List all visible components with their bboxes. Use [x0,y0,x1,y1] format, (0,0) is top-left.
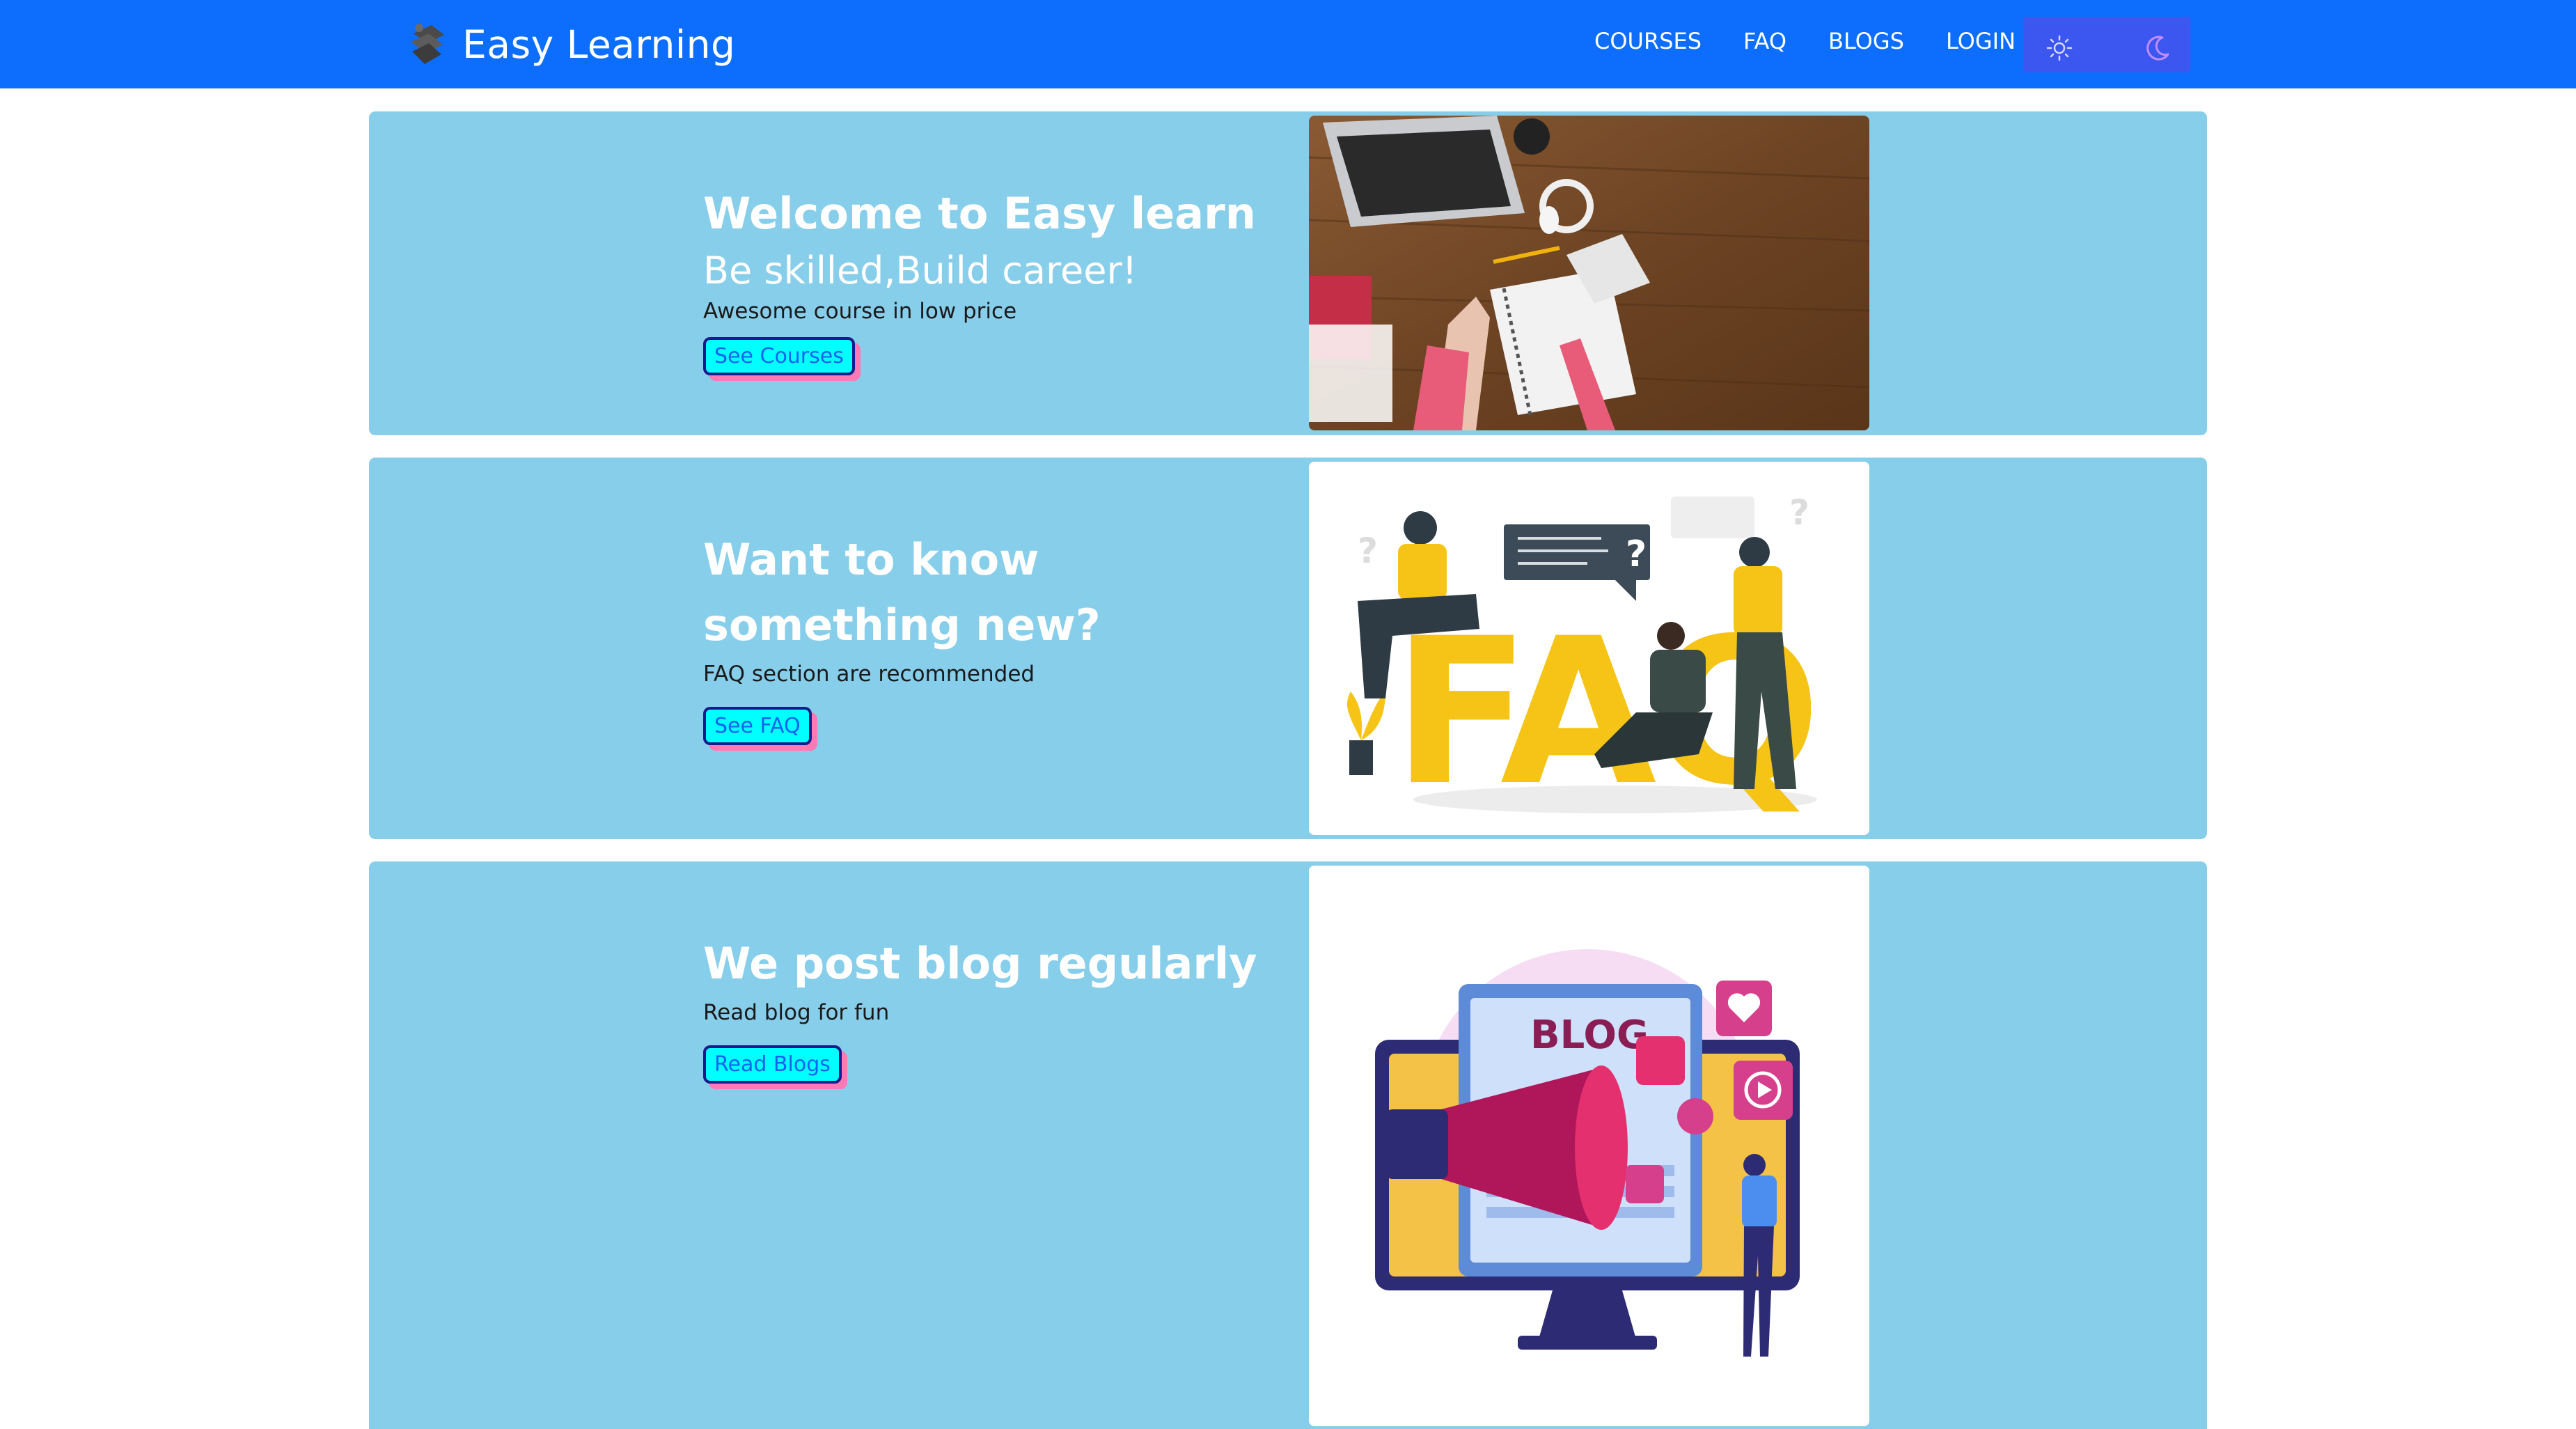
nav-link-blogs[interactable]: BLOGS [1828,28,1904,54]
faq-section: Want to know something new? FAQ section … [369,458,2207,839]
hero-subtitle: Be skilled,Build career! [703,249,1138,292]
moon-icon[interactable] [2143,33,2172,63]
hero-section: Welcome to Easy learn Be skilled,Build c… [369,111,2207,435]
svg-text:?: ? [1626,533,1647,575]
blog-title: We post blog regularly [703,938,1257,989]
nav-links: COURSES FAQ BLOGS LOGIN [1594,0,2016,82]
svg-text:?: ? [1789,492,1809,533]
hero-title: Welcome to Easy learn [703,188,1256,239]
faq-illustration: ? ? ? FAQ [1309,462,1869,835]
hero-image [1309,116,1869,430]
see-faq-button[interactable]: See FAQ [703,707,812,745]
nav-link-courses[interactable]: COURSES [1594,28,1702,54]
brand-name: Easy Learning [462,22,736,67]
blog-illustration: BLOG [1309,866,1869,1426]
sun-icon[interactable] [2045,34,2073,62]
faq-text: Want to know something new? FAQ section … [703,527,1274,745]
faq-description: FAQ section are recommended [703,662,1035,687]
nav-link-faq[interactable]: FAQ [1743,28,1786,54]
faq-image: ? ? ? FAQ [1309,462,1869,835]
faq-title: Want to know something new? [703,534,1101,650]
hero-text: Welcome to Easy learn Be skilled,Build c… [703,181,1256,375]
theme-toggle[interactable] [2023,17,2190,72]
blog-section: We post blog regularly Read blog for fun… [369,861,2207,1429]
logo-icon [411,24,444,64]
blog-word: BLOG [1530,1013,1649,1058]
navbar: Easy Learning COURSES FAQ BLOGS LOGIN [0,0,2576,88]
blog-image: BLOG [1309,866,1869,1426]
blog-description: Read blog for fun [703,1000,890,1025]
nav-link-login[interactable]: LOGIN [1946,28,2016,54]
svg-text:?: ? [1358,531,1378,571]
blog-text: We post blog regularly Read blog for fun… [703,931,1257,1084]
hero-description: Awesome course in low price [703,299,1017,324]
see-courses-button[interactable]: See Courses [703,337,855,375]
read-blogs-button[interactable]: Read Blogs [703,1045,842,1084]
brand[interactable]: Easy Learning [404,18,735,71]
desk-photo [1309,116,1869,430]
